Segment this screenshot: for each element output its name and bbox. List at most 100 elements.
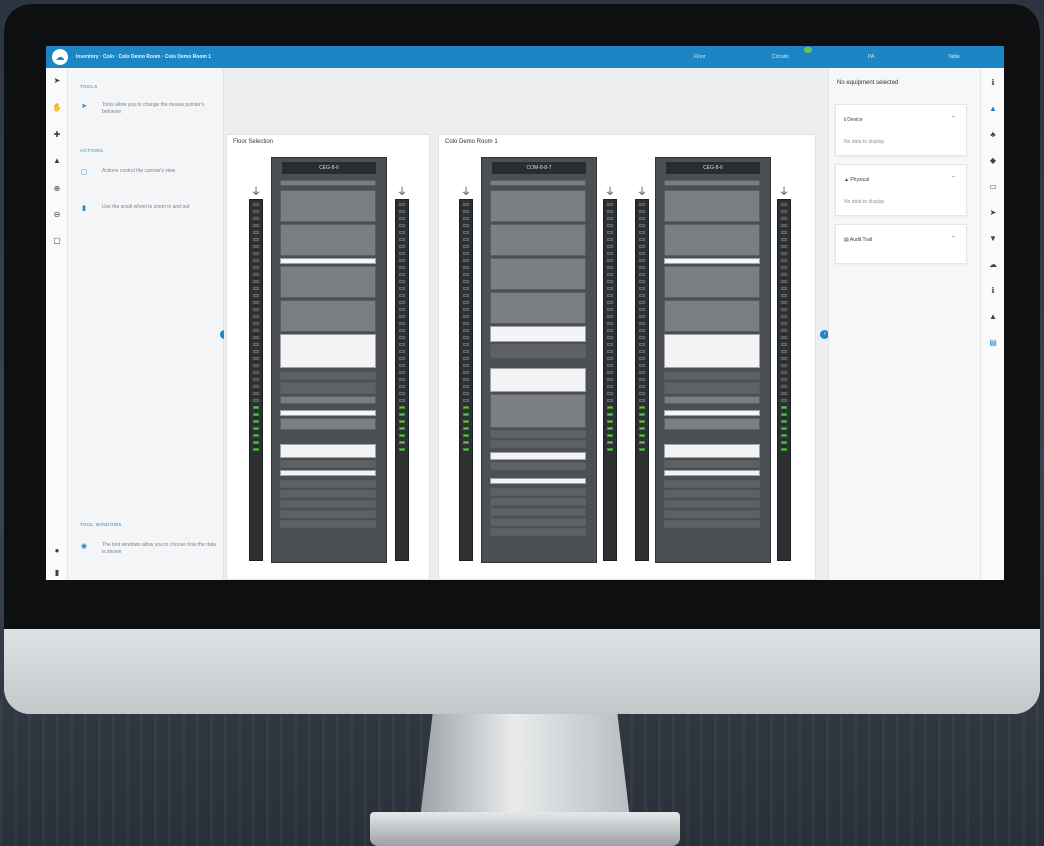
rack-unit[interactable] xyxy=(280,480,376,488)
audit-trail-card[interactable]: ▤ Audit Trail ⌃ xyxy=(835,224,967,264)
rack-unit[interactable] xyxy=(490,224,586,256)
cloud-icon[interactable]: ☁ xyxy=(988,260,998,270)
rack-unit[interactable] xyxy=(490,528,586,536)
cloud-logo-icon[interactable]: ☁ xyxy=(52,49,68,65)
info-icon[interactable]: ℹ xyxy=(988,286,998,296)
rack-unit[interactable] xyxy=(664,224,760,256)
pdu-outlet xyxy=(607,266,613,269)
rack-unit[interactable] xyxy=(490,452,586,460)
rack-unit[interactable] xyxy=(490,180,586,186)
rack-unit[interactable] xyxy=(664,180,760,186)
rack-unit[interactable] xyxy=(664,490,760,498)
download-icon[interactable]: ▮ xyxy=(52,568,62,578)
rack-unit[interactable] xyxy=(490,190,586,222)
rack-unit[interactable] xyxy=(280,500,376,508)
hand-icon[interactable]: ✋ xyxy=(52,103,62,113)
rack-unit[interactable] xyxy=(280,372,376,380)
rack-unit[interactable] xyxy=(280,418,376,430)
rack-unit[interactable] xyxy=(664,470,760,476)
rack-unit[interactable] xyxy=(490,430,586,438)
rack-unit[interactable] xyxy=(280,266,376,298)
chevron-up-icon[interactable]: ⌃ xyxy=(951,175,956,182)
rack-unit[interactable] xyxy=(280,224,376,256)
rack-unit[interactable] xyxy=(664,266,760,298)
rack-unit[interactable] xyxy=(280,180,376,186)
rack-unit[interactable] xyxy=(664,258,760,264)
tab-circuits[interactable]: Circuits xyxy=(772,54,789,60)
rack[interactable]: CEG-8-6 xyxy=(655,157,771,563)
rack-unit[interactable] xyxy=(664,410,760,416)
pointer-icon[interactable]: ➤ xyxy=(52,76,62,86)
zoom-out-icon[interactable]: ⊖ xyxy=(52,210,62,220)
rack-unit[interactable] xyxy=(490,326,586,342)
rack-unit[interactable] xyxy=(280,520,376,528)
rack-unit[interactable] xyxy=(490,258,586,290)
zoom-in-icon[interactable]: ⊕ xyxy=(52,184,62,194)
physical-icon[interactable]: ▲ xyxy=(988,104,998,114)
rack-unit[interactable] xyxy=(280,510,376,518)
network-icon[interactable]: ♣ xyxy=(988,130,998,140)
rack-unit[interactable] xyxy=(490,368,586,392)
user-icon[interactable]: ▲ xyxy=(988,312,998,322)
rack-unit[interactable] xyxy=(280,490,376,498)
breadcrumb[interactable]: Inventory · Colo · Colo Demo Room · Colo… xyxy=(76,54,211,60)
rack-unit[interactable] xyxy=(280,300,376,332)
tab-table[interactable]: Table xyxy=(948,54,960,60)
rack-unit[interactable] xyxy=(490,344,586,358)
rack-unit[interactable] xyxy=(280,258,376,264)
rack-unit[interactable] xyxy=(490,488,586,496)
rack-unit[interactable] xyxy=(664,480,760,488)
rack-unit[interactable] xyxy=(664,418,760,430)
layers-icon[interactable]: ▲ xyxy=(52,156,62,166)
rack-unit[interactable] xyxy=(664,444,760,458)
tab-pa[interactable]: PA xyxy=(868,54,874,60)
rack[interactable]: CEG-8-6 xyxy=(271,157,387,563)
rack[interactable]: COM-8-8-7 xyxy=(481,157,597,563)
rack-unit[interactable] xyxy=(664,396,760,404)
rack-unit[interactable] xyxy=(490,292,586,324)
info-icon[interactable]: ℹ xyxy=(988,78,998,88)
mouse-icon: ▮ xyxy=(82,205,86,212)
rack-unit[interactable] xyxy=(490,518,586,526)
pdu-outlet xyxy=(781,287,787,290)
globe-icon[interactable]: ● xyxy=(52,546,62,556)
rack-unit[interactable] xyxy=(280,410,376,416)
rack-unit[interactable] xyxy=(664,510,760,518)
rack-unit[interactable] xyxy=(280,334,376,368)
tag-icon[interactable]: ◆ xyxy=(988,156,998,166)
tab-floor[interactable]: Floor xyxy=(694,54,705,60)
fit-icon[interactable]: ▢ xyxy=(52,236,62,246)
rack-unit[interactable] xyxy=(664,334,760,368)
rack-unit[interactable] xyxy=(490,440,586,448)
rack-unit[interactable] xyxy=(490,508,586,516)
rack-unit[interactable] xyxy=(490,394,586,428)
device-card[interactable]: ℹ Device ⌃ No data to display xyxy=(835,104,967,156)
rack-unit[interactable] xyxy=(280,460,376,468)
chevron-up-icon[interactable]: ⌃ xyxy=(951,115,956,122)
filter-icon[interactable]: ▼ xyxy=(988,234,998,244)
rack-unit[interactable] xyxy=(664,190,760,222)
rack-unit[interactable] xyxy=(664,372,760,380)
rack-unit[interactable] xyxy=(664,520,760,528)
rack-unit[interactable] xyxy=(490,478,586,484)
card-icon[interactable]: ▭ xyxy=(988,182,998,192)
pdu-outlet xyxy=(607,441,613,444)
rack-unit[interactable] xyxy=(280,190,376,222)
rack-unit[interactable] xyxy=(490,498,586,506)
rack-unit[interactable] xyxy=(664,460,760,468)
frame-icon: ▢ xyxy=(80,169,88,176)
physical-card[interactable]: ▲ Physical ⌃ No data to display xyxy=(835,164,967,216)
chevron-up-icon[interactable]: ⌃ xyxy=(951,235,956,242)
rack-unit[interactable] xyxy=(664,382,760,394)
rack-unit[interactable] xyxy=(664,500,760,508)
rack-unit[interactable] xyxy=(280,396,376,404)
rack-unit[interactable] xyxy=(280,444,376,458)
move-icon[interactable]: ✚ xyxy=(52,130,62,140)
pdu-outlet xyxy=(463,392,469,395)
rack-unit[interactable] xyxy=(664,300,760,332)
pointer-icon[interactable]: ➤ xyxy=(988,208,998,218)
list-icon[interactable]: ▤ xyxy=(988,338,998,348)
rack-unit[interactable] xyxy=(490,462,586,470)
rack-unit[interactable] xyxy=(280,470,376,476)
rack-unit[interactable] xyxy=(280,382,376,394)
